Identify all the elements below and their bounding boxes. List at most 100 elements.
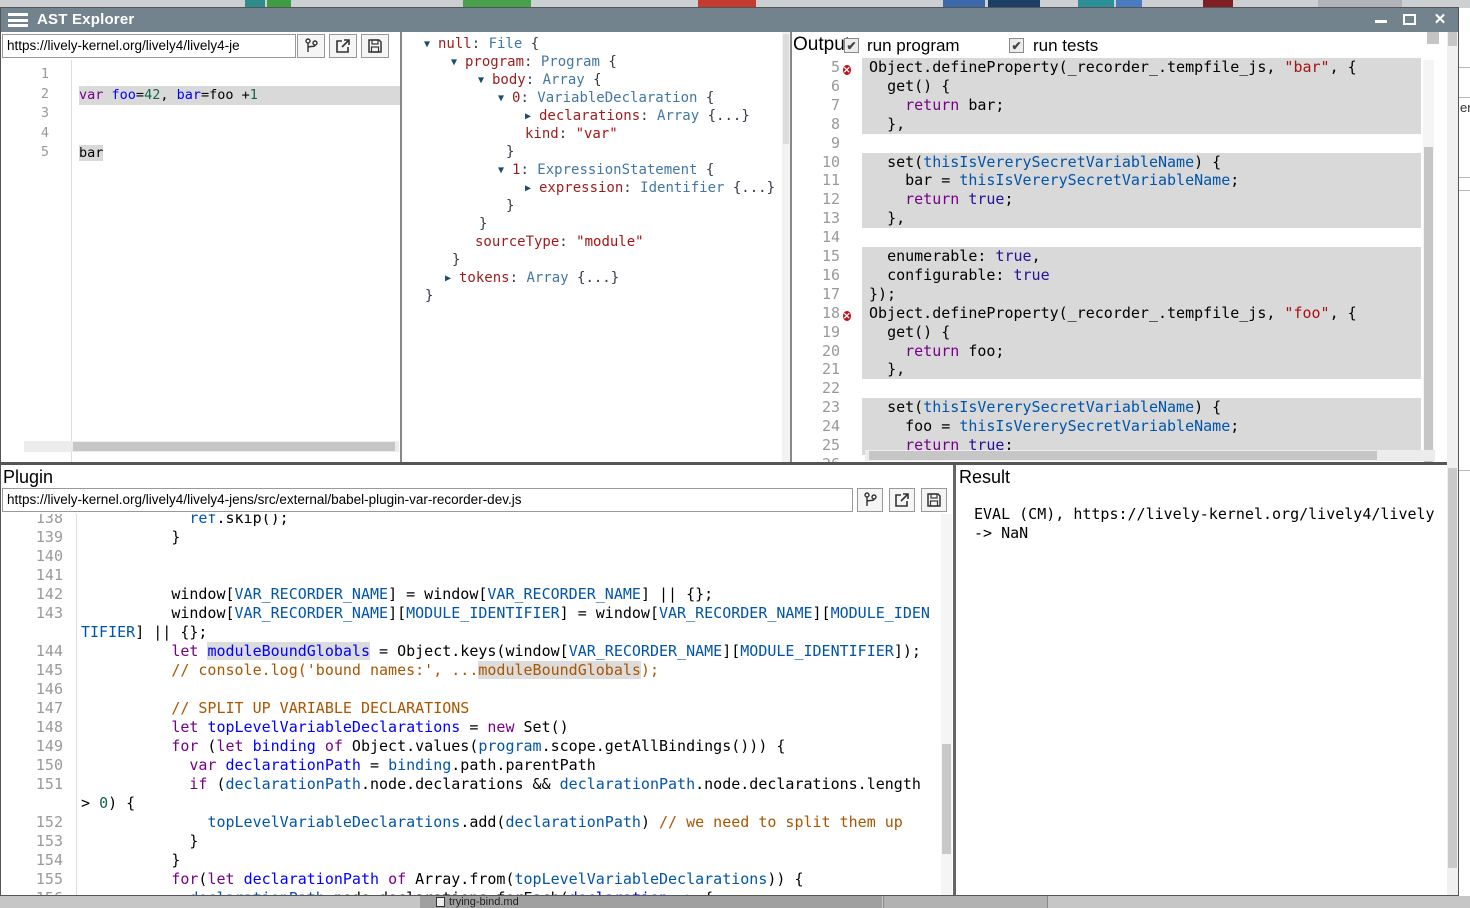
- ast-vscrollbar-thumb[interactable]: [783, 34, 789, 144]
- expand-triangle-icon[interactable]: ▶: [525, 180, 539, 198]
- source-url-input[interactable]: https://lively-kernel.org/lively4/lively…: [2, 34, 296, 58]
- open-external-icon: [894, 492, 910, 508]
- ast-node-row[interactable]: ▼program: Program {: [451, 53, 617, 72]
- code-text: Object.defineProperty(_recorder_.tempfil…: [862, 58, 1421, 77]
- output-hscrollbar[interactable]: [865, 450, 1435, 461]
- plugin-save-button[interactable]: [921, 488, 947, 512]
- close-button[interactable]: ✕: [1429, 12, 1451, 28]
- code-line: 147 // SPLIT UP VARIABLE DECLARATIONS: [1, 699, 953, 718]
- code-line: 24 foo = thisIsVererySecretVariableName;: [792, 417, 1458, 436]
- code-text: bar: [79, 144, 400, 164]
- code-text: if (declarationPath.node.declarations &&…: [76, 775, 936, 813]
- code-line: 148 let topLevelVariableDeclarations = n…: [1, 718, 953, 737]
- plugin-open-external-button[interactable]: [889, 488, 915, 512]
- output-vscrollbar-thumb[interactable]: [1424, 147, 1433, 462]
- ast-node-row[interactable]: kind: "var": [525, 125, 618, 143]
- line-number: 19: [792, 323, 840, 342]
- ast-node-row[interactable]: ▼0: VariableDeclaration {: [498, 89, 714, 108]
- code-line: 2var foo=42, bar=foo +1: [1, 86, 400, 106]
- ast-node-row[interactable]: }: [506, 143, 514, 161]
- ast-node-row[interactable]: ▼null: File {: [424, 35, 539, 54]
- result-pane: Result EVAL (CM), https://lively-kernel.…: [956, 465, 1458, 895]
- plugin-vscrollbar[interactable]: [941, 514, 952, 895]
- minimize-button[interactable]: [1370, 12, 1392, 28]
- plugin-code-editor[interactable]: 138 ref.skip();139 }140141142 window[VAR…: [1, 514, 953, 895]
- ast-node-row[interactable]: }: [479, 215, 487, 233]
- line-number: 148: [1, 718, 63, 737]
- ast-node-row[interactable]: ▶declarations: Array {...}: [525, 107, 750, 126]
- code-text: let moduleBoundGlobals = Object.keys(win…: [76, 642, 936, 661]
- plugin-branch-button[interactable]: [857, 488, 883, 512]
- line-number: 22: [792, 379, 840, 398]
- output-vscrollbar[interactable]: [1423, 60, 1434, 462]
- code-line: 6 get() {: [792, 77, 1458, 96]
- ast-node-row[interactable]: ▼body: Array {: [478, 71, 602, 90]
- collapse-triangle-icon[interactable]: ▼: [424, 36, 438, 54]
- window-vscrollbar-top-block[interactable]: [1448, 32, 1457, 46]
- maximize-button[interactable]: [1398, 12, 1420, 28]
- ast-node-row[interactable]: sourceType: "module": [475, 233, 644, 251]
- line-number: 6: [792, 77, 840, 96]
- ast-node-row[interactable]: }: [425, 287, 433, 305]
- line-number: 147: [1, 699, 63, 718]
- code-line: 18✕Object.defineProperty(_recorder_.temp…: [792, 304, 1458, 323]
- code-text: for(let declarationPath of Array.from(to…: [76, 870, 936, 889]
- collapse-triangle-icon[interactable]: ▼: [478, 72, 492, 90]
- ast-tree-pane[interactable]: ▼null: File {▼program: Program {▼body: A…: [402, 32, 782, 462]
- taskbar-segment: [883, 896, 1047, 908]
- run-tests-label: run tests: [1033, 36, 1098, 56]
- source-open-external-button[interactable]: [329, 34, 357, 58]
- ast-node-row[interactable]: ▶expression: Identifier {...}: [525, 179, 775, 198]
- code-line: 138 ref.skip();: [1, 514, 953, 528]
- taskbar-tab-trying-bind[interactable]: trying-bind.md: [420, 896, 882, 908]
- plugin-vscrollbar-thumb[interactable]: [942, 744, 951, 854]
- plugin-url-input[interactable]: https://lively-kernel.org/lively4/lively…: [2, 488, 853, 512]
- run-tests-checkbox[interactable]: ✔: [1009, 38, 1024, 53]
- line-number: 18: [792, 304, 840, 323]
- ast-node-row[interactable]: }: [506, 197, 514, 215]
- source-branch-button[interactable]: [297, 34, 325, 58]
- ast-node-row[interactable]: ▼1: ExpressionStatement {: [498, 161, 714, 180]
- output-hscrollbar-thumb[interactable]: [869, 451, 1377, 460]
- code-line: 153 }: [1, 832, 953, 851]
- collapse-triangle-icon[interactable]: ▼: [498, 162, 512, 180]
- code-line: 149 for (let binding of Object.values(pr…: [1, 737, 953, 756]
- line-number: 25: [792, 436, 840, 455]
- branch-icon: [304, 38, 319, 54]
- code-text: var declarationPath = binding.path.paren…: [76, 756, 936, 775]
- ast-node-row[interactable]: ▶tokens: Array {...}: [445, 269, 619, 288]
- line-number: 141: [1, 566, 63, 585]
- line-number: 10: [792, 153, 840, 172]
- code-line: 156 declarationPath.node.declarations.fo…: [1, 889, 953, 895]
- source-code-editor[interactable]: 12var foo=42, bar=foo +1345bar: [1, 60, 400, 462]
- code-line: 139 }: [1, 528, 953, 547]
- branch-icon: [863, 492, 878, 508]
- error-badge[interactable]: ✕: [843, 65, 851, 75]
- source-save-button[interactable]: [361, 34, 389, 58]
- source-gutter-border: [71, 60, 72, 462]
- line-number: 3: [1, 105, 49, 121]
- window-vscrollbar[interactable]: [1447, 32, 1458, 895]
- output-code-editor[interactable]: 5✕Object.defineProperty(_recorder_.tempf…: [792, 58, 1458, 462]
- source-hscrollbar-thumb[interactable]: [73, 442, 395, 451]
- collapse-triangle-icon[interactable]: ▼: [451, 54, 465, 72]
- line-number: 146: [1, 680, 63, 699]
- line-number: 153: [1, 832, 63, 851]
- run-program-checkbox[interactable]: ✔: [844, 38, 859, 53]
- line-number: 149: [1, 737, 63, 756]
- ast-node-row[interactable]: }: [452, 251, 460, 269]
- collapse-triangle-icon[interactable]: ▼: [498, 90, 512, 108]
- code-text: configurable: true: [862, 266, 1421, 285]
- expand-triangle-icon[interactable]: ▶: [445, 270, 459, 288]
- line-number: 142: [1, 585, 63, 604]
- source-hscrollbar[interactable]: [24, 441, 399, 452]
- expand-triangle-icon[interactable]: ▶: [525, 108, 539, 126]
- code-text: foo = thisIsVererySecretVariableName;: [862, 417, 1421, 436]
- error-badge[interactable]: ✕: [843, 311, 851, 321]
- code-line: 10 set(thisIsVererySecretVariableName) {: [792, 153, 1458, 172]
- code-line: 23 set(thisIsVererySecretVariableName) {: [792, 398, 1458, 417]
- menu-icon[interactable]: [8, 13, 28, 27]
- window-vscrollbar-thumb[interactable]: [1448, 468, 1457, 868]
- code-text: topLevelVariableDeclarations.add(declara…: [76, 813, 936, 832]
- ast-vscrollbar[interactable]: [782, 32, 790, 462]
